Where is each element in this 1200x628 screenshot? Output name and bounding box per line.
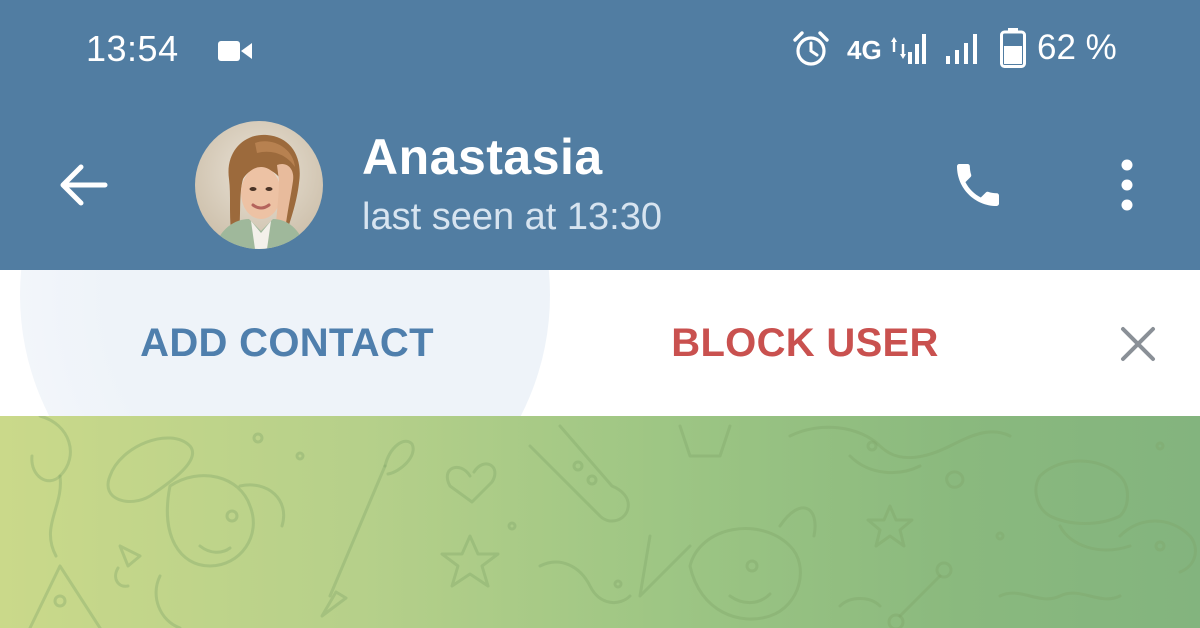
status-bar: 13:54 4G 62 % [0, 0, 1200, 100]
contact-action-bar: ADD CONTACT BLOCK USER [0, 270, 1200, 416]
video-camera-icon [218, 41, 252, 61]
close-icon [1121, 327, 1155, 361]
call-button[interactable] [940, 150, 1016, 220]
alarm-icon [793, 31, 829, 66]
chat-header: 13:54 4G 62 % Anastasia last seen at 13:… [0, 0, 1200, 270]
signal-icon [891, 34, 926, 64]
last-seen-status: last seen at 13:30 [362, 196, 662, 238]
more-vert-icon [1121, 159, 1133, 211]
status-time: 13:54 [86, 28, 179, 69]
phone-icon [957, 164, 999, 206]
block-user-button[interactable]: BLOCK USER [610, 270, 1000, 416]
avatar[interactable] [195, 121, 323, 249]
chat-wallpaper [0, 416, 1200, 628]
dismiss-action-bar-button[interactable] [1108, 314, 1168, 374]
doodle-pattern [28, 416, 1197, 628]
add-contact-button[interactable]: ADD CONTACT [0, 270, 574, 416]
profile-photo [195, 121, 323, 249]
contact-name[interactable]: Anastasia [362, 128, 603, 186]
chat-screen: 13:54 4G 62 % Anastasia last seen at 13:… [0, 0, 1200, 628]
more-options-button[interactable] [1100, 150, 1154, 220]
battery-percentage: 62 % [1037, 28, 1117, 67]
signal-icon [946, 34, 977, 64]
back-button[interactable] [50, 152, 116, 218]
back-arrow-icon [60, 164, 108, 206]
network-type: 4G [847, 35, 882, 65]
battery-icon [1000, 28, 1026, 68]
